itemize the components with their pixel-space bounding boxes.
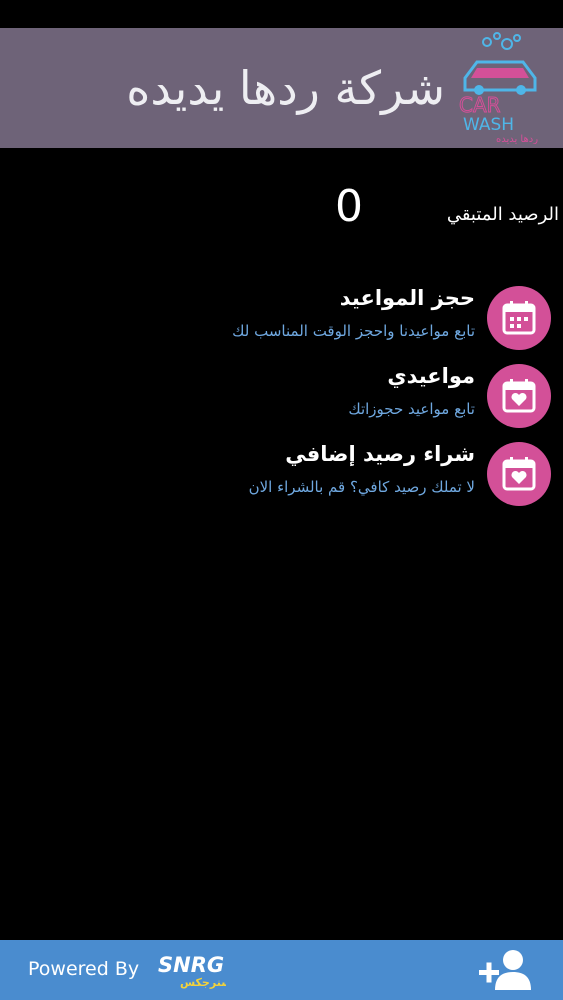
add-user-icon[interactable] <box>477 948 533 992</box>
balance-row: الرصيد المتبقي 0 <box>0 180 563 240</box>
logo-text-car: CAR <box>459 93 501 117</box>
menu-item-subtitle: تابع مواعيد حجوزاتك <box>348 400 475 418</box>
menu-item-buy-credit[interactable]: شراء رصيد إضافي لا تملك رصيد كافي؟ قم با… <box>0 442 563 512</box>
snrg-logo-text: SNRG <box>158 953 224 977</box>
balance-value: 0 <box>335 181 363 232</box>
balance-label: الرصيد المتبقي <box>446 204 559 225</box>
menu-item-subtitle: لا تملك رصيد كافي؟ قم بالشراء الان <box>248 478 475 496</box>
menu-item-book-appointments[interactable]: حجز المواعيد تابع مواعيدنا واحجز الوقت ا… <box>0 286 563 356</box>
menu-item-title: شراء رصيد إضافي <box>285 442 475 466</box>
menu-item-title: مواعيدي <box>387 364 475 388</box>
logo-text-wash: WASH <box>463 115 514 135</box>
menu-item-title: حجز المواعيد <box>339 286 475 310</box>
menu-item-subtitle: تابع مواعيدنا واحجز الوقت المناسب لك <box>232 322 475 340</box>
footer-bar: Powered By SNRG سنرجكس <box>0 940 563 1000</box>
calendar-heart-icon <box>487 442 551 506</box>
snrg-logo-arabic: سنرجكس <box>180 976 226 989</box>
app-header: شركة ردها يديده CAR WASH ردها يديده <box>0 28 563 148</box>
calendar-heart-icon <box>487 364 551 428</box>
brand-title: شركة ردها يديده <box>126 61 445 115</box>
snrg-logo[interactable]: SNRG سنرجكس <box>156 948 226 992</box>
calendar-grid-icon <box>487 286 551 350</box>
powered-by-text: Powered By <box>28 958 140 980</box>
menu-item-my-appointments[interactable]: مواعيدي تابع مواعيد حجوزاتك <box>0 364 563 434</box>
logo-text-arabic: ردها يديده <box>496 134 538 144</box>
car-wash-logo-icon: CAR WASH ردها يديده <box>459 32 538 144</box>
